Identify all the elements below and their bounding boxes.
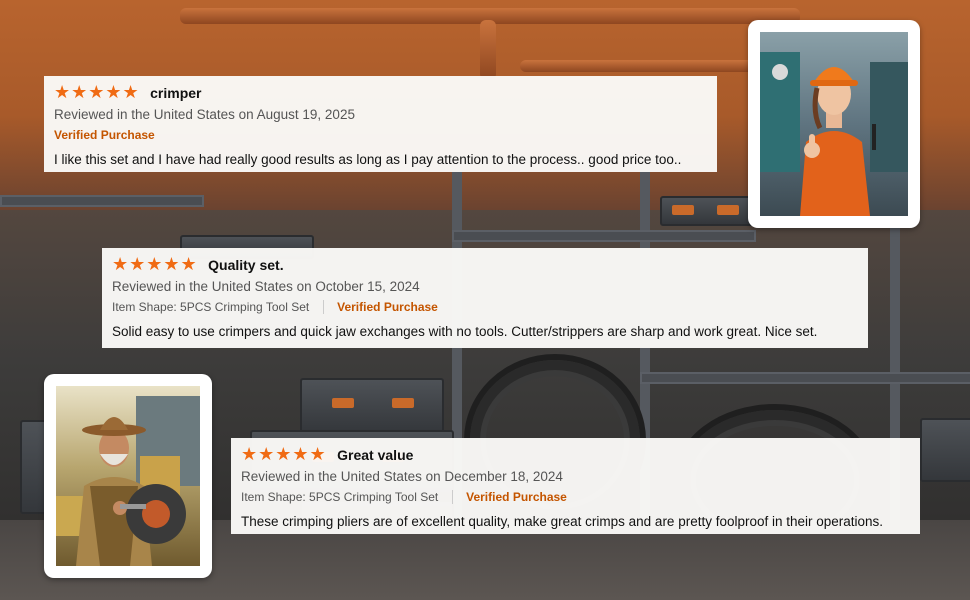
review-body: Solid easy to use crimpers and quick jaw… [112,324,818,339]
shelf [640,372,970,384]
review-date: Reviewed in the United States on Decembe… [241,469,563,484]
shelf [0,195,204,207]
star-rating: ★★★★★ [54,82,140,102]
reviewer-photo-woman [748,20,920,228]
review-date: Reviewed in the United States on August … [54,107,355,122]
divider [451,489,453,504]
pipe [480,20,496,80]
review-card: ★★★★★ crimper Reviewed in the United Sta… [44,76,717,172]
review-body: These crimping pliers are of excellent q… [241,514,884,529]
pipe [520,60,780,72]
star-rating: ★★★★★ [241,444,327,464]
item-shape: Item Shape: 5PCS Crimping Tool Set [112,300,310,314]
farmer-image [56,396,200,566]
review-title[interactable]: Great value [337,447,413,463]
review-title[interactable]: crimper [150,85,201,101]
review-card: ★★★★★ Quality set. Reviewed in the Unite… [102,248,868,348]
toolbox [300,378,444,434]
verified-purchase-badge: Verified Purchase [54,128,155,142]
review-body: I like this set and I have had really go… [54,152,682,167]
verified-purchase-badge: Verified Purchase [466,490,567,504]
divider [322,299,324,314]
star-rating: ★★★★★ [112,254,198,274]
shelf [452,230,756,242]
toolbox [920,418,970,482]
review-date: Reviewed in the United States on October… [112,279,420,294]
item-shape: Item Shape: 5PCS Crimping Tool Set [241,490,439,504]
reviewer-photo-farmer [44,374,212,578]
review-card: ★★★★★ Great value Reviewed in the United… [231,438,920,534]
toolbox [660,196,754,226]
review-title[interactable]: Quality set. [208,257,283,273]
woman-worker-image [760,52,908,216]
verified-purchase-badge: Verified Purchase [337,300,438,314]
